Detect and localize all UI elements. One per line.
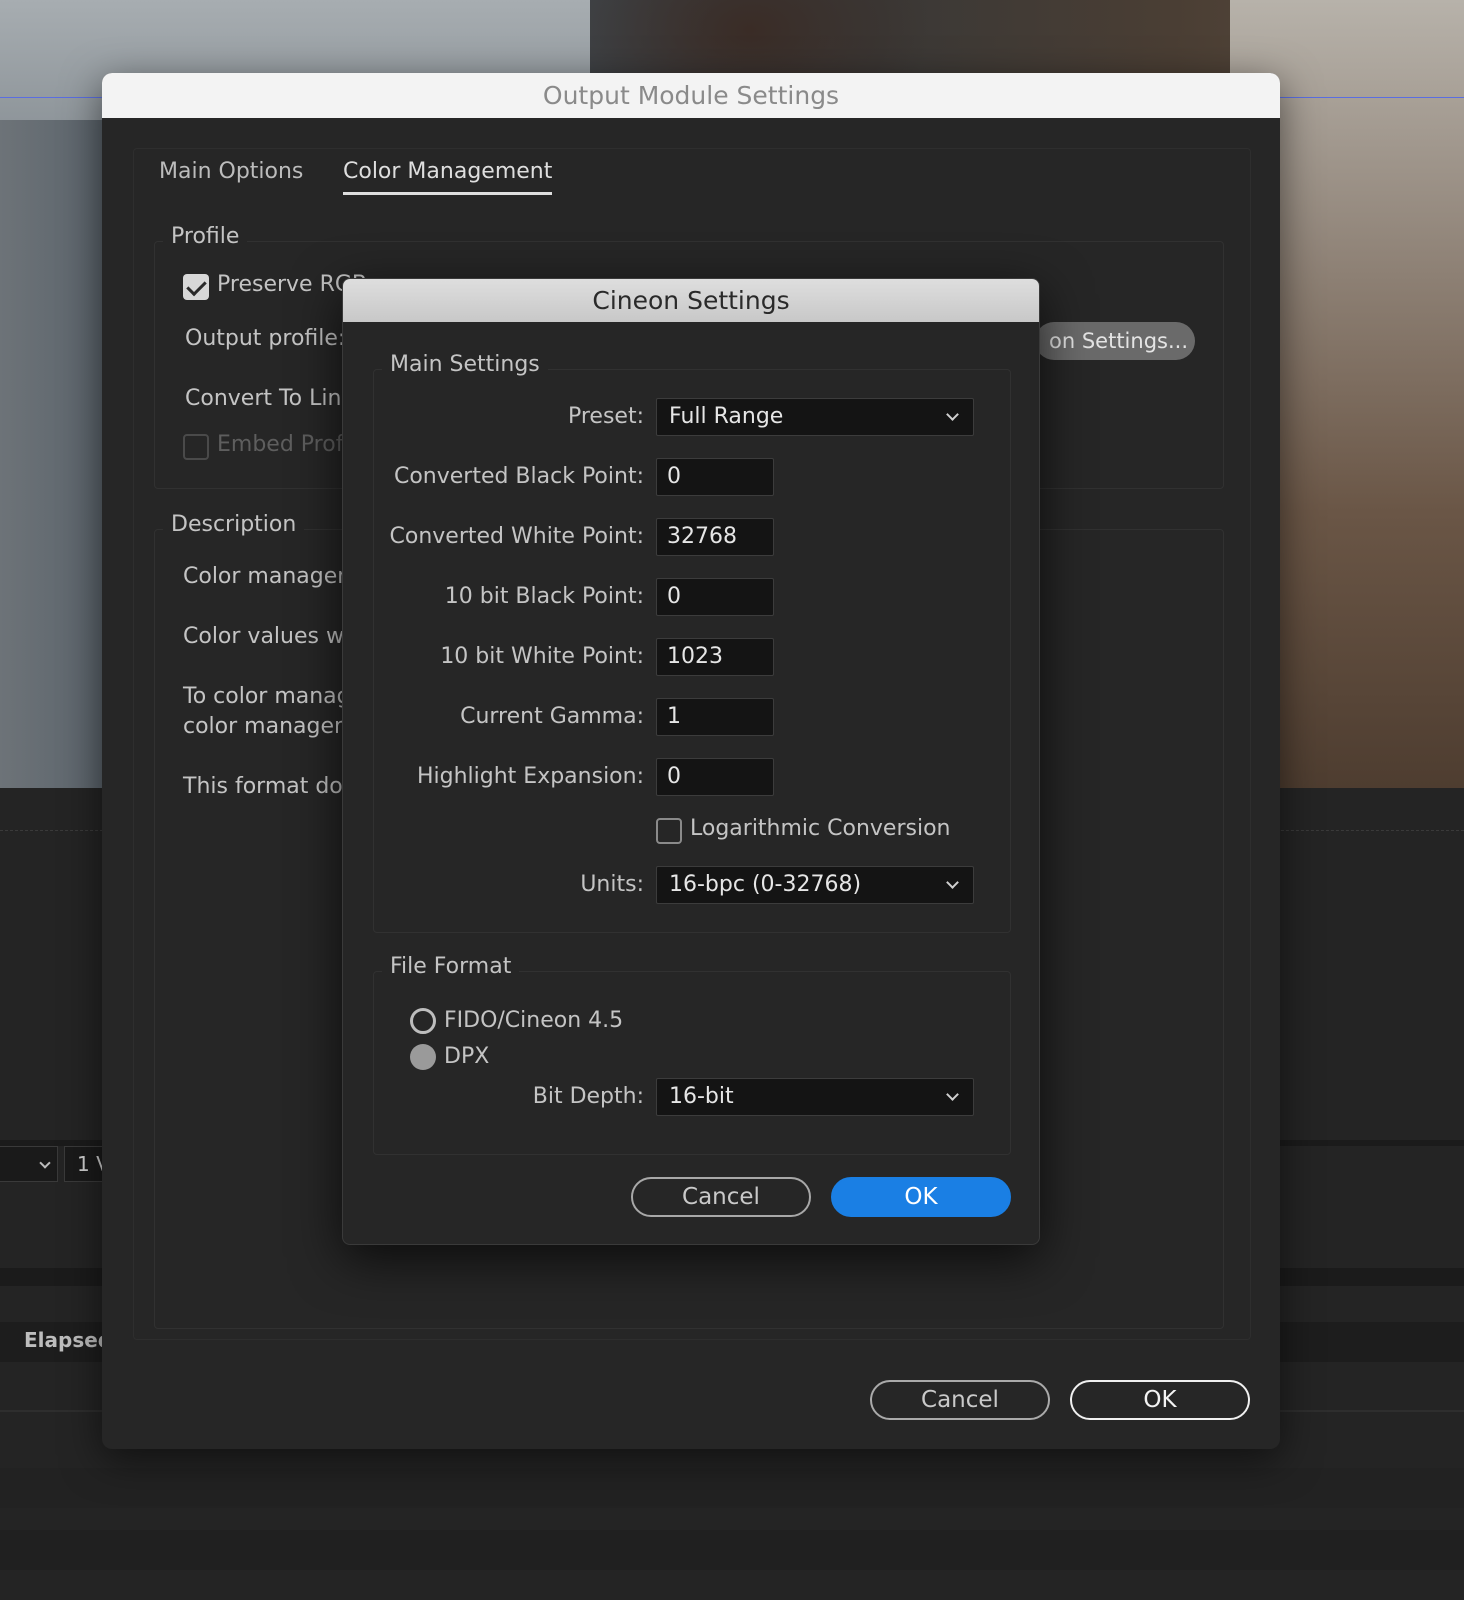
main-settings-legend: Main Settings [382,352,548,377]
bit10-white-point-input[interactable]: 1023 [656,638,774,676]
description-line: To color manage [183,684,365,709]
preset-value: Full Range [669,404,784,429]
chevron-down-icon [946,876,959,889]
units-label: Units: [580,872,644,897]
chevron-down-icon [946,408,959,421]
bit10-white-point-label: 10 bit White Point: [440,644,644,669]
cineon-ok-button[interactable]: OK [831,1177,1011,1217]
fido-cineon-radio[interactable] [410,1008,436,1034]
embed-profile-checkbox[interactable] [183,434,209,460]
main-settings-group: Main Settings Preset: Full Range Convert… [373,352,1011,933]
file-format-legend: File Format [382,954,520,979]
converted-black-point-label: Converted Black Point: [393,464,644,489]
highlight-expansion-label: Highlight Expansion: [416,764,644,789]
background-bar [0,1530,1464,1570]
converted-white-point-input[interactable]: 32768 [656,518,774,556]
file-format-group: File Format FIDO/Cineon 4.5 DPX Bit Dept… [373,954,1011,1155]
highlight-expansion-input[interactable]: 0 [656,758,774,796]
bit-depth-label: Bit Depth: [532,1084,644,1109]
units-select[interactable]: 16-bpc (0-32768) [656,866,974,904]
logarithmic-conversion-checkbox[interactable] [656,818,682,844]
description-line: This format does [183,774,368,799]
preset-label: Preset: [567,404,644,429]
converted-white-point-label: Converted White Point: [389,524,644,549]
output-profile-label: Output profile: [185,326,346,351]
profile-legend: Profile [163,224,248,249]
elapsed-label: Elapsed: [0,1322,110,1358]
bit-depth-select[interactable]: 16-bit [656,1078,974,1116]
bit10-black-point-input[interactable]: 0 [656,578,774,616]
preset-select[interactable]: Full Range [656,398,974,436]
converted-black-point-input[interactable]: 0 [656,458,774,496]
chevron-down-icon [39,1157,51,1169]
preserve-rgb-checkbox[interactable] [183,274,209,300]
logarithmic-conversion-label: Logarithmic Conversion [690,816,951,841]
tab-color-management[interactable]: Color Management [343,159,553,195]
current-gamma-label: Current Gamma: [460,704,644,729]
dpx-label: DPX [444,1044,490,1069]
units-value: 16-bpc (0-32768) [669,872,862,897]
ok-button[interactable]: OK [1070,1380,1250,1420]
dialog-title: Cineon Settings [343,279,1039,322]
cineon-settings-dialog: Cineon Settings Main Settings Preset: Fu… [342,278,1040,1245]
dpx-radio[interactable] [410,1044,436,1070]
bit-depth-value: 16-bit [669,1084,734,1109]
bit10-black-point-label: 10 bit Black Point: [444,584,644,609]
window-title: Output Module Settings [102,73,1280,118]
tab-main-options[interactable]: Main Options [159,159,303,192]
cineon-cancel-button[interactable]: Cancel [631,1177,811,1217]
description-line: Color values will [183,624,363,649]
background-bar [0,1468,1464,1508]
cancel-button[interactable]: Cancel [870,1380,1050,1420]
description-legend: Description [163,512,305,537]
background-dropdown[interactable] [0,1146,58,1182]
current-gamma-input[interactable]: 1 [656,698,774,736]
conversion-settings-button[interactable]: on Settings... [1035,322,1195,360]
fido-cineon-label: FIDO/Cineon 4.5 [444,1008,624,1033]
chevron-down-icon [946,1088,959,1101]
